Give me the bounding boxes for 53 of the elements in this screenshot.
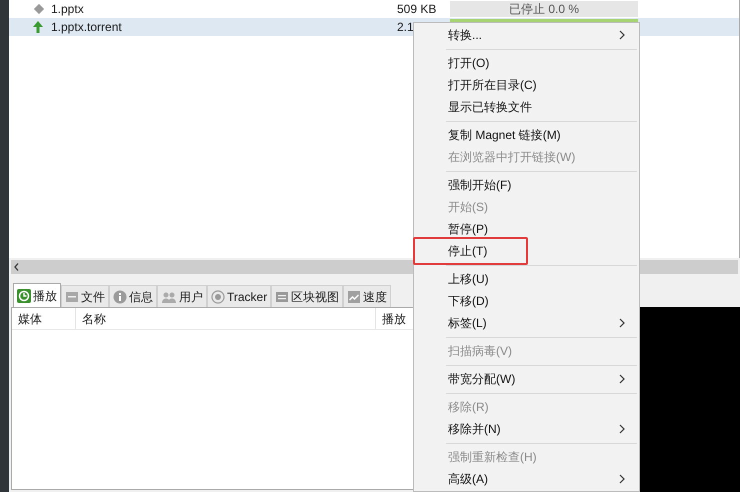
folder-icon — [65, 290, 79, 304]
panel-tab[interactable]: 速度 — [343, 285, 392, 307]
panel-tab[interactable]: 用户 — [157, 285, 207, 307]
menu-label: 停止(T) — [448, 243, 488, 260]
menu-label: 带宽分配(W) — [448, 371, 516, 388]
menu-label: 复制 Magnet 链接(M) — [448, 127, 561, 144]
menu-label: 打开所在目录(C) — [448, 77, 537, 94]
grid-icon — [275, 290, 290, 304]
panel-tab[interactable]: 文件 — [61, 285, 109, 307]
menu-item[interactable]: 停止(T) — [415, 240, 526, 262]
up-arrow-icon — [31, 20, 45, 34]
menu-label: 移除并(N) — [448, 421, 501, 438]
column-header[interactable]: 名称 — [76, 308, 376, 329]
menu-label: 上移(U) — [448, 271, 489, 288]
menu-item[interactable]: 带宽分配(W) — [414, 368, 639, 390]
menu-item[interactable]: 高级(A) — [414, 468, 639, 490]
menu-label: 移除(R) — [448, 399, 489, 416]
menu-item[interactable]: 移除并(N) — [414, 418, 639, 440]
chart-icon — [347, 290, 362, 304]
menu-label: 扫描病毒(V) — [448, 343, 512, 360]
menu-item[interactable]: 强制开始(F) — [414, 174, 639, 196]
scroll-left-icon[interactable] — [14, 263, 19, 271]
menu-label: 强制开始(F) — [448, 177, 512, 194]
file-size: 2.1 — [396, 19, 415, 36]
menu-item[interactable]: 暂停(P) — [414, 218, 639, 240]
menu-label: 强制重新检查(H) — [448, 449, 537, 466]
menu-label: 暂停(P) — [448, 221, 488, 238]
menu-item[interactable]: 打开所在目录(C) — [414, 74, 639, 96]
menu-item[interactable]: 显示已转换文件 — [414, 96, 639, 118]
panel-tab[interactable]: Tracker — [207, 285, 272, 307]
file-size: 509 KB — [396, 1, 438, 18]
status-text: 已停止 0.0 % — [508, 1, 580, 18]
menu-label: 显示已转换文件 — [448, 99, 532, 116]
panel-tab[interactable]: 播放 — [13, 283, 61, 307]
panel-tab[interactable]: 信息 — [109, 285, 157, 307]
menu-label: 高级(A) — [448, 471, 488, 488]
diamond-icon — [33, 3, 45, 15]
column-header[interactable]: 媒体 — [12, 308, 76, 329]
file-name: 1.pptx — [51, 1, 85, 18]
users-icon — [161, 290, 177, 304]
menu-item[interactable]: 打开(O) — [414, 52, 639, 74]
menu-label: 标签(L) — [448, 315, 487, 332]
menu-item[interactable]: 复制 Magnet 链接(M) — [414, 124, 639, 146]
menu-label: 下移(D) — [448, 293, 489, 310]
radio-icon — [211, 290, 225, 304]
info-icon — [113, 290, 127, 304]
menu-item[interactable]: 上移(U) — [414, 268, 639, 290]
panel-tab[interactable]: 区块视图 — [271, 285, 344, 307]
clock-icon — [17, 288, 31, 302]
menu-label: 打开(O) — [448, 55, 490, 72]
file-name: 1.pptx.torrent — [51, 19, 123, 36]
menu-label: 在浏览器中打开链接(W) — [448, 149, 576, 166]
menu-label: 开始(S) — [448, 199, 488, 216]
